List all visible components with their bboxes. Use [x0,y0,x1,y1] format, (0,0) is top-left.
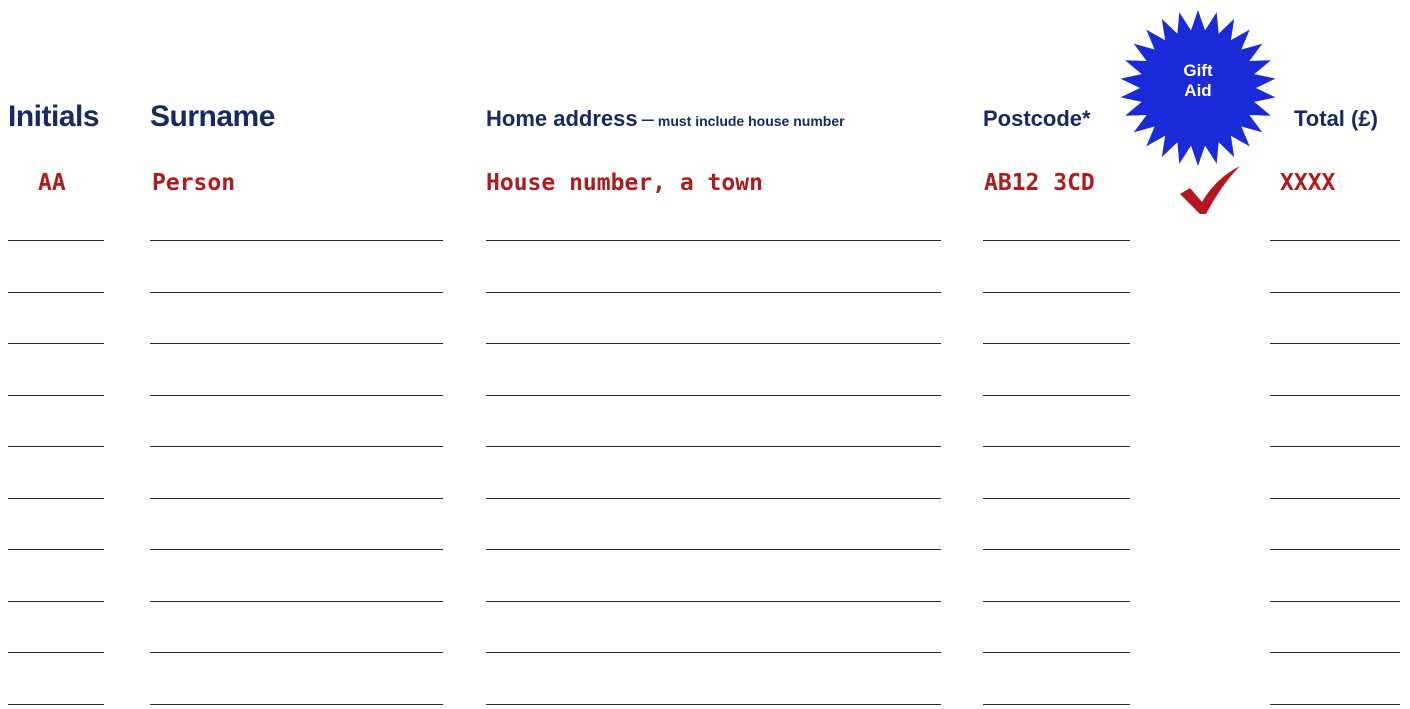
header-postcode: Postcode* [983,106,1091,131]
blank-line-address[interactable] [486,704,941,705]
blank-line-surname[interactable] [150,343,443,344]
example-address: House number, a town [486,170,763,196]
blank-line-surname[interactable] [150,395,443,396]
blank-line-initials[interactable] [8,395,104,396]
blank-line-postcode[interactable] [983,704,1130,705]
blank-line-address[interactable] [486,395,941,396]
blank-line-surname[interactable] [150,704,443,705]
blank-line-postcode[interactable] [983,292,1130,293]
blank-line-postcode[interactable] [983,498,1130,499]
header-home-address-main: Home address [486,106,638,131]
header-address-note: must include house number [657,113,845,129]
checkmark-icon [1180,166,1240,214]
blank-line-address[interactable] [486,652,941,653]
blank-line-surname[interactable] [150,549,443,550]
example-initials: AA [38,170,66,196]
blank-line-initials[interactable] [8,704,104,705]
blank-line-address[interactable] [486,446,941,447]
blank-line-total[interactable] [1270,652,1400,653]
header-address-dash: – [641,106,654,131]
header-home-address: Home address – must include house number [486,108,845,130]
blank-line-surname[interactable] [150,292,443,293]
blank-line-postcode[interactable] [983,601,1130,602]
blank-line-initials[interactable] [8,240,104,241]
gift-aid-label-line2: Aid [1184,81,1212,100]
example-total: XXXX [1280,170,1336,196]
blank-line-total[interactable] [1270,601,1400,602]
blank-line-postcode[interactable] [983,549,1130,550]
blank-line-address[interactable] [486,498,941,499]
blank-line-postcode[interactable] [983,395,1130,396]
blank-line-initials[interactable] [8,446,104,447]
header-initials: Initials [8,100,100,133]
blank-line-postcode[interactable] [983,652,1130,653]
header-total: Total (£) [1294,106,1378,131]
blank-line-surname[interactable] [150,240,443,241]
blank-line-total[interactable] [1270,446,1400,447]
cut-off-heading-decoration: ⁀⁀⁀⁀⁀ [985,0,1122,18]
header-surname: Surname [150,100,275,133]
blank-line-initials[interactable] [8,601,104,602]
blank-line-initials[interactable] [8,343,104,344]
gift-aid-label-line1: Gift [1183,61,1213,80]
blank-line-address[interactable] [486,240,941,241]
blank-line-initials[interactable] [8,498,104,499]
example-surname: Person [152,170,236,196]
blank-line-address[interactable] [486,549,941,550]
blank-line-address[interactable] [486,343,941,344]
blank-line-total[interactable] [1270,240,1400,241]
blank-line-surname[interactable] [150,652,443,653]
blank-line-total[interactable] [1270,395,1400,396]
blank-line-postcode[interactable] [983,343,1130,344]
blank-line-postcode[interactable] [983,446,1130,447]
blank-line-initials[interactable] [8,292,104,293]
blank-line-total[interactable] [1270,549,1400,550]
blank-line-address[interactable] [486,292,941,293]
donation-form-sheet: ⁀⁀⁀⁀⁀ Gift Aid Initials Surname Home add… [0,0,1410,709]
blank-line-surname[interactable] [150,498,443,499]
blank-line-address[interactable] [486,601,941,602]
blank-line-total[interactable] [1270,498,1400,499]
blank-line-total[interactable] [1270,343,1400,344]
blank-line-initials[interactable] [8,549,104,550]
blank-line-surname[interactable] [150,446,443,447]
blank-line-postcode[interactable] [983,240,1130,241]
example-postcode: AB12 3CD [984,170,1095,196]
blank-line-surname[interactable] [150,601,443,602]
blank-line-initials[interactable] [8,652,104,653]
blank-line-total[interactable] [1270,292,1400,293]
blank-line-total[interactable] [1270,704,1400,705]
